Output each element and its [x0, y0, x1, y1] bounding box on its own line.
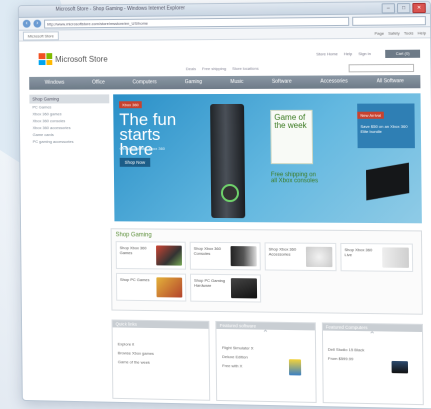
- bottom-row: Quick links Explore it Browse Xbox games…: [111, 319, 424, 406]
- shop-now-button[interactable]: Shop Now: [119, 157, 151, 167]
- xbox-console-image: [210, 103, 246, 219]
- sidebar-item-game-cards[interactable]: Game cards: [30, 131, 110, 138]
- link-deals[interactable]: Deals: [186, 66, 196, 71]
- promo-tag: New Arrival: [357, 111, 385, 119]
- link-store-home[interactable]: Store Home: [316, 51, 338, 56]
- quick-links-box: Quick links Explore it Browse Xbox games…: [111, 319, 211, 401]
- tab-microsoft-store[interactable]: Microsoft Store: [22, 30, 59, 41]
- store-name: Microsoft Store: [55, 54, 108, 64]
- sub-links: Deals Free shipping Store locations: [186, 66, 259, 71]
- sidebar-item-xbox-accessories[interactable]: Xbox 360 accessories: [30, 124, 110, 131]
- keyboard-thumbnail: [230, 278, 258, 299]
- product-tile-xbox-accessories[interactable]: Shop Xbox 360 Accessories: [264, 242, 337, 272]
- laptop-thumbnail: [391, 360, 409, 374]
- back-button[interactable]: ‹: [22, 19, 31, 28]
- cart-button[interactable]: Cart (0): [385, 49, 421, 58]
- product-tile-xbox-live[interactable]: Shop Xbox 360 Live: [340, 242, 414, 272]
- screenshot-stage: Microsoft Store - Shop Gaming - Windows …: [0, 0, 431, 409]
- product-tile-xbox-consoles[interactable]: Shop Xbox 360 Consoles: [189, 241, 261, 271]
- link-sign-in[interactable]: Sign in: [358, 51, 371, 56]
- product-label: Shop Xbox 360 Consoles: [193, 245, 221, 256]
- forward-button[interactable]: ›: [33, 19, 42, 28]
- shop-gaming-title: Shop Gaming: [115, 232, 152, 239]
- maximize-button[interactable]: □: [396, 3, 411, 14]
- command-items: Page Safety Tools Help: [374, 30, 426, 35]
- link-store-locations[interactable]: Store locations: [232, 66, 259, 71]
- controller-thumbnail: [305, 246, 333, 268]
- console-bundle-image: [366, 162, 410, 201]
- store-logo[interactable]: Microsoft Store: [38, 53, 108, 66]
- product-tile-pc-games[interactable]: Shop PC Games: [115, 272, 187, 302]
- product-label: Shop PC Gaming Hardware: [194, 277, 226, 288]
- sidebar-header: Shop Gaming: [29, 94, 110, 104]
- software-box-thumbnail: [288, 359, 301, 376]
- product-label: Shop Xbox 360 Games: [119, 245, 147, 256]
- hero-tag: Xbox 360: [119, 101, 142, 109]
- cmd-page[interactable]: Page: [374, 30, 384, 35]
- nav-music[interactable]: Music: [230, 76, 243, 89]
- browser-window: Microsoft Store - Shop Gaming - Windows …: [17, 0, 431, 409]
- pc-game-thumbnail: [156, 277, 183, 298]
- quick-link-item[interactable]: Game of the week: [113, 357, 209, 368]
- store-header: Microsoft Store Store Home Help Sign in …: [19, 38, 430, 77]
- window-controls: – □ ✕: [381, 2, 426, 14]
- store-search-input[interactable]: [348, 63, 415, 73]
- promo-text: Save $50 on an Xbox 360 Elite bundle: [360, 123, 408, 134]
- console-thumbnail: [230, 246, 257, 267]
- main-content: Shop Gaming PC Games Xbox 360 games Xbox…: [29, 93, 422, 224]
- link-free-shipping[interactable]: Free shipping: [202, 66, 226, 71]
- featured-computers-box: Featured Computers ⌃ Dell Studio 15 Blac…: [321, 322, 424, 406]
- product-label: Shop PC Games: [119, 276, 150, 283]
- nav-office[interactable]: Office: [92, 77, 105, 90]
- top-links: Store Home Help Sign in: [316, 51, 371, 56]
- nav-accessories[interactable]: Accessories: [320, 75, 347, 88]
- nav-all-software[interactable]: All Software: [377, 75, 404, 88]
- xbox-live-thumbnail: [382, 247, 409, 268]
- close-button[interactable]: ✕: [412, 2, 426, 14]
- game-of-the-week-card[interactable]: Game of the week: [270, 109, 314, 165]
- main-nav: Windows Office Computers Gaming Music So…: [29, 75, 421, 90]
- product-label: Shop Xbox 360 Accessories: [268, 246, 297, 257]
- nav-windows[interactable]: Windows: [45, 77, 65, 90]
- product-row-1: Shop Xbox 360 Games Shop Xbox 360 Consol…: [115, 241, 418, 272]
- sidebar-item-pc-accessories[interactable]: PC gaming accessories: [30, 138, 110, 145]
- nav-computers[interactable]: Computers: [133, 76, 157, 89]
- ring-light-icon: [220, 184, 240, 203]
- product-tile-pc-hardware[interactable]: Shop PC Gaming Hardware: [189, 273, 262, 303]
- nav-gaming[interactable]: Gaming: [185, 76, 203, 89]
- cmd-safety[interactable]: Safety: [388, 30, 400, 35]
- windows-flag-icon: [38, 53, 53, 66]
- cmd-help[interactable]: Help: [418, 30, 427, 35]
- browser-search-input[interactable]: [352, 15, 426, 26]
- product-label: Shop Xbox 360 Live: [344, 247, 373, 258]
- product-tile-xbox-games[interactable]: Shop Xbox 360 Games: [115, 241, 186, 270]
- nav-software[interactable]: Software: [272, 76, 292, 89]
- url-input[interactable]: http://www.microsoftstore.com/store/msst…: [44, 16, 350, 29]
- product-row-2: Shop PC Games Shop PC Gaming Hardware: [115, 272, 418, 305]
- hero-subtitle: Get started with Xbox 360: [119, 145, 165, 151]
- minimize-button[interactable]: –: [381, 3, 396, 14]
- promo-box[interactable]: New Arrival Save $50 on an Xbox 360 Elit…: [357, 103, 415, 149]
- shop-gaming-section: Shop Gaming Shop Xbox 360 Games Shop Xbo…: [110, 228, 423, 315]
- game-box-thumbnail: [156, 245, 182, 266]
- featured-software-box: Featured software ⌃ Flight Simulator X D…: [215, 320, 317, 403]
- link-help[interactable]: Help: [344, 51, 352, 56]
- sidebar: Shop Gaming PC Games Xbox 360 games Xbox…: [29, 94, 110, 221]
- hero-banner[interactable]: Xbox 360 The fun starts here Get started…: [113, 93, 422, 224]
- cmd-tools[interactable]: Tools: [404, 30, 414, 35]
- window-title: Microsoft Store - Shop Gaming - Windows …: [55, 5, 185, 13]
- free-shipping-text: Free shipping on all Xbox consoles: [270, 172, 319, 185]
